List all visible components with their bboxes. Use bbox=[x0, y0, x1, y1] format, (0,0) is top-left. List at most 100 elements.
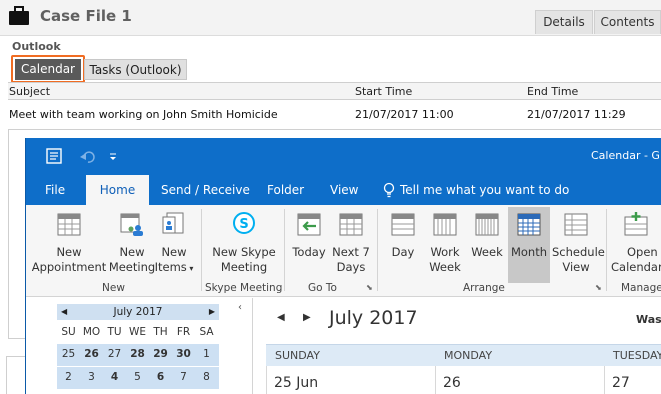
day-view-button[interactable]: Day bbox=[385, 211, 421, 260]
day-cell-date[interactable]: 26 bbox=[443, 375, 461, 391]
work-week-button[interactable]: Work Week bbox=[425, 211, 465, 275]
column-header-end-time[interactable]: End Time bbox=[527, 85, 578, 98]
next-month-icon[interactable]: ▶ bbox=[303, 312, 311, 323]
week-label: Week bbox=[471, 245, 503, 259]
new-items-label-2: Items bbox=[154, 260, 187, 274]
open-calendar-label-2: Calendar bbox=[611, 260, 661, 274]
mini-calendar-day[interactable]: 5 bbox=[126, 371, 149, 383]
tab-tasks-outlook[interactable]: Tasks (Outlook) bbox=[84, 59, 187, 80]
today-label: Today bbox=[292, 245, 326, 259]
mini-calendar-day[interactable]: 27 bbox=[103, 348, 126, 360]
tab-file[interactable]: File bbox=[45, 183, 65, 197]
weekday-label: SU bbox=[61, 326, 76, 338]
work-week-label-2: Week bbox=[429, 260, 461, 274]
mini-calendar-month: July 2017 bbox=[113, 306, 163, 318]
new-appointment-label-1: New bbox=[56, 245, 82, 259]
weekday-label: TH bbox=[153, 326, 168, 338]
cell-end-time: 21/07/2017 11:29 bbox=[527, 108, 626, 121]
group-separator bbox=[606, 209, 607, 291]
weekday-header: SUNDAY bbox=[275, 349, 320, 362]
divider bbox=[8, 129, 661, 130]
day-label: Day bbox=[391, 245, 415, 259]
next-7-label-1: Next 7 bbox=[332, 245, 370, 259]
group-label-new: New bbox=[102, 282, 125, 294]
quick-access-toolbar bbox=[46, 148, 116, 164]
new-meeting-label-1: New bbox=[119, 245, 145, 259]
ribbon-tabs: File Home Send / Receive Folder View Tel… bbox=[26, 175, 661, 205]
tab-home[interactable]: Home bbox=[86, 175, 149, 205]
mini-calendar-day[interactable]: 1 bbox=[195, 348, 218, 360]
week-view-button[interactable]: Week bbox=[468, 211, 506, 260]
tab-contents[interactable]: Contents bbox=[594, 10, 661, 34]
skype-icon: S bbox=[233, 212, 255, 234]
collapse-pane-icon[interactable]: ‹ bbox=[238, 302, 242, 313]
new-appointment-button[interactable]: New Appointment bbox=[29, 211, 109, 275]
tab-details[interactable]: Details bbox=[535, 10, 593, 34]
new-skype-meeting-button[interactable]: S New Skype Meeting bbox=[204, 211, 284, 275]
tab-send-receive[interactable]: Send / Receive bbox=[161, 183, 250, 197]
open-calendar-button[interactable]: Open Calendar bbox=[610, 211, 661, 275]
outlook-window: Calendar - G S File Home Send / Receive … bbox=[25, 138, 661, 394]
prev-month-icon[interactable]: ◀ bbox=[61, 304, 67, 320]
cell-start-time: 21/07/2017 11:00 bbox=[355, 108, 454, 121]
new-appointment-label-2: Appointment bbox=[31, 260, 107, 274]
open-calendar-icon bbox=[624, 212, 648, 236]
group-label-skype: Skype Meeting bbox=[205, 282, 283, 294]
mini-calendar-day[interactable]: 28 bbox=[126, 348, 149, 360]
today-button[interactable]: Today bbox=[289, 211, 329, 260]
day-cell-date[interactable]: 25 Jun bbox=[274, 375, 318, 391]
mini-calendar-day[interactable]: 29 bbox=[149, 348, 172, 360]
next-month-icon[interactable]: ▶ bbox=[209, 304, 215, 320]
new-items-label-1: New bbox=[161, 245, 187, 259]
weather-location[interactable]: Wash bbox=[636, 313, 661, 326]
mini-calendar-week: 25 26 27 28 29 30 1 bbox=[57, 344, 219, 366]
case-header: Case File 1 Details Contents bbox=[0, 0, 661, 36]
prev-month-icon[interactable]: ◀ bbox=[277, 312, 285, 323]
schedule-view-label-2: View bbox=[562, 260, 590, 274]
tab-calendar[interactable]: Calendar bbox=[15, 59, 81, 80]
dialog-launcher-icon[interactable]: ⬊ bbox=[595, 283, 602, 292]
group-separator bbox=[377, 209, 378, 291]
open-calendar-label-1: Open bbox=[627, 245, 658, 259]
mini-calendar-day[interactable]: 2 bbox=[57, 371, 80, 383]
mini-calendar: ◀ July 2017 ▶ SU MO TU WE TH FR SA 25 26… bbox=[57, 304, 219, 394]
mini-calendar-day[interactable]: 4 bbox=[103, 371, 126, 383]
mini-calendar-day[interactable]: 26 bbox=[80, 348, 103, 360]
new-items-icon bbox=[162, 212, 184, 234]
next-7-days-button[interactable]: Next 7 Days bbox=[330, 211, 372, 275]
chevron-down-icon: ▾ bbox=[186, 264, 194, 273]
mini-calendar-day[interactable]: 8 bbox=[195, 371, 218, 383]
weekday-label: TU bbox=[107, 326, 122, 338]
column-header-start-time[interactable]: Start Time bbox=[355, 85, 412, 98]
customize-toolbar-icon[interactable] bbox=[110, 153, 116, 160]
tab-view[interactable]: View bbox=[330, 183, 358, 197]
tab-folder[interactable]: Folder bbox=[267, 183, 304, 197]
grid-header: Subject Start Time End Time bbox=[8, 82, 661, 100]
new-items-button[interactable]: New Items ▾ bbox=[154, 211, 194, 276]
schedule-view-button[interactable]: Schedule View bbox=[552, 211, 605, 275]
weekday-label: FR bbox=[176, 326, 191, 338]
send-receive-icon[interactable] bbox=[46, 148, 62, 164]
group-label-arrange: Arrange bbox=[463, 282, 505, 294]
day-view-icon bbox=[391, 213, 415, 236]
divider bbox=[604, 366, 605, 394]
month-label: Month bbox=[510, 245, 548, 259]
page-title: Case File 1 bbox=[40, 7, 132, 25]
schedule-view-icon bbox=[564, 213, 588, 236]
new-meeting-button[interactable]: New Meeting bbox=[108, 211, 156, 275]
month-view-button[interactable]: Month bbox=[508, 211, 550, 260]
mini-calendar-day[interactable]: 3 bbox=[80, 371, 103, 383]
table-row[interactable]: Meet with team working on John Smith Hom… bbox=[8, 104, 661, 128]
column-header-subject[interactable]: Subject bbox=[9, 85, 50, 98]
day-cell-date[interactable]: 27 bbox=[612, 375, 630, 391]
mini-calendar-day[interactable]: 7 bbox=[172, 371, 195, 383]
svg-text:S: S bbox=[239, 217, 248, 232]
mini-calendar-day[interactable]: 6 bbox=[149, 371, 172, 383]
tell-me-search[interactable]: Tell me what you want to do bbox=[400, 183, 569, 197]
new-skype-label-1: New Skype bbox=[212, 245, 276, 259]
weekday-label: SA bbox=[199, 326, 214, 338]
undo-icon[interactable] bbox=[80, 151, 95, 163]
mini-calendar-day[interactable]: 30 bbox=[172, 348, 195, 360]
mini-calendar-day[interactable]: 25 bbox=[57, 348, 80, 360]
dialog-launcher-icon[interactable]: ⬊ bbox=[366, 283, 373, 292]
